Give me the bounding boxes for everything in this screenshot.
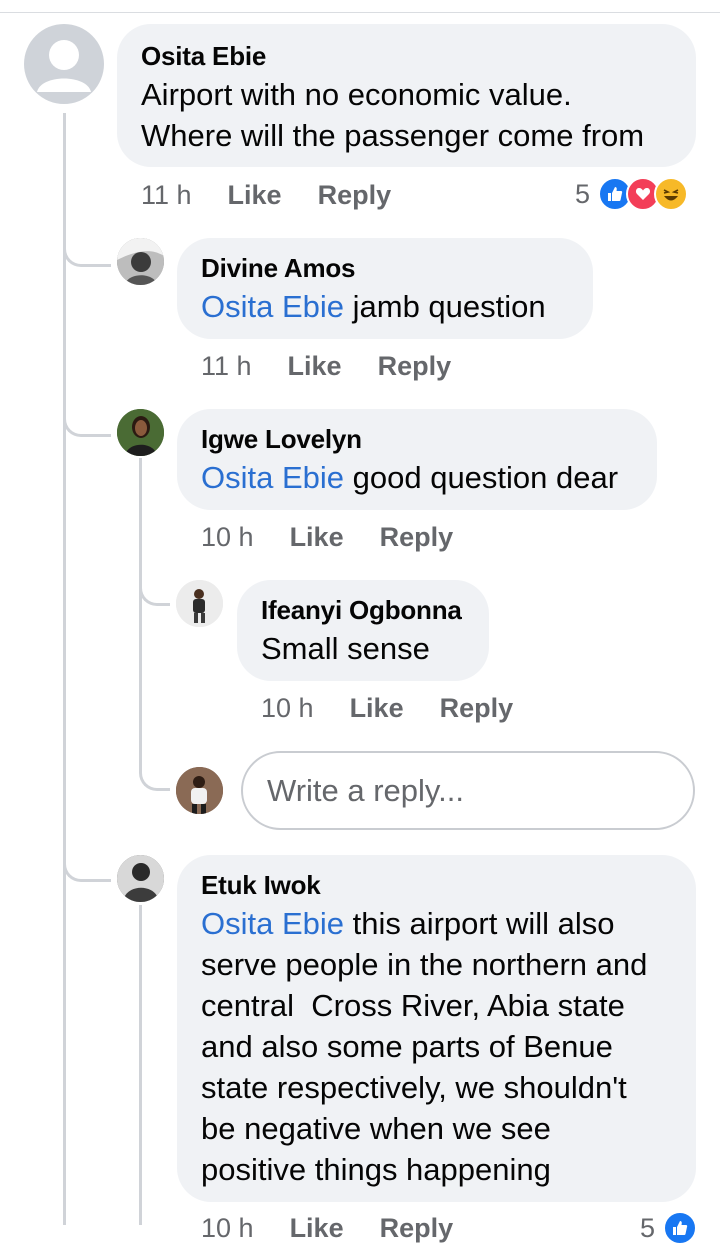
reply-text-line: central Cross River, Abia state — [201, 988, 625, 1023]
reply-actions: 10 h Like Reply — [261, 691, 513, 725]
reply-text-line: be negative when we see — [201, 1111, 551, 1146]
reply-text-body: this airport will also — [344, 906, 615, 941]
mention-link[interactable]: Osita Ebie — [201, 906, 344, 941]
reply-button[interactable]: Reply — [440, 693, 514, 723]
user-photo-icon — [117, 238, 164, 285]
comment-text-line: Where will the passenger come from — [141, 118, 645, 153]
top-divider — [0, 12, 720, 13]
reply-time[interactable]: 10 h — [201, 1213, 254, 1243]
like-button[interactable]: Like — [228, 180, 282, 210]
reply-author[interactable]: Igwe Lovelyn — [201, 421, 633, 457]
thread-line-nested — [139, 458, 142, 768]
reply-time[interactable]: 10 h — [201, 522, 254, 552]
reaction-count: 5 — [640, 1212, 656, 1243]
reply-text-line: and also some parts of Benue — [201, 1029, 613, 1064]
reply-text-line: Osita Ebie this airport will also — [201, 903, 672, 944]
avatar[interactable] — [117, 409, 164, 456]
reply-text: Osita Ebie jamb question — [201, 286, 569, 327]
reply-text-line: serve people in the northern and — [201, 947, 648, 982]
current-user-avatar — [176, 767, 223, 814]
reply-author[interactable]: Ifeanyi Ogbonna — [261, 592, 465, 628]
mention-link[interactable]: Osita Ebie — [201, 289, 344, 324]
reaction-summary[interactable]: 5 — [640, 1208, 698, 1248]
like-button[interactable]: Like — [288, 351, 342, 381]
mention-link[interactable]: Osita Ebie — [201, 460, 344, 495]
thread-line-main — [63, 113, 66, 1225]
user-photo-icon — [117, 855, 164, 902]
comment-text-line: Airport with no economic value. — [141, 77, 572, 112]
reply-text-body: good question dear — [344, 460, 619, 495]
reply-text: Osita Ebie good question dear — [201, 457, 633, 498]
avatar[interactable] — [117, 238, 164, 285]
like-icon — [663, 1211, 698, 1245]
avatar[interactable] — [176, 580, 223, 627]
reply-button[interactable]: Reply — [378, 351, 452, 381]
reply-bubble: Divine Amos Osita Ebie jamb question — [177, 238, 593, 339]
reply-actions: 11 h Like Reply — [201, 349, 451, 383]
reply-author[interactable]: Divine Amos — [201, 250, 569, 286]
reply-text-line: state respectively, we shouldn't — [201, 1070, 627, 1105]
like-button[interactable]: Like — [350, 693, 404, 723]
user-photo-icon — [176, 580, 223, 627]
reply-bubble: Ifeanyi Ogbonna Small sense — [237, 580, 489, 681]
reply-text-line: positive things happening — [201, 1152, 551, 1187]
reply-bubble: Igwe Lovelyn Osita Ebie good question de… — [177, 409, 657, 510]
comment-actions: 11 h Like Reply — [141, 178, 391, 212]
thread-connector — [139, 744, 170, 791]
reply-time[interactable]: 10 h — [261, 693, 314, 723]
reply-button[interactable]: Reply — [318, 180, 392, 210]
reply-button[interactable]: Reply — [380, 522, 454, 552]
reply-input-wrapper — [241, 751, 695, 830]
reaction-summary[interactable]: 5 — [575, 174, 689, 214]
user-photo-icon — [117, 409, 164, 456]
reply-time[interactable]: 11 h — [201, 351, 252, 381]
comment-time[interactable]: 11 h — [141, 180, 192, 210]
thread-line-nested — [139, 905, 142, 1225]
haha-icon — [654, 177, 689, 211]
thread-connector — [63, 390, 111, 437]
reply-button[interactable]: Reply — [380, 1213, 454, 1243]
avatar[interactable] — [117, 855, 164, 902]
reply-actions: 10 h Like Reply — [201, 1211, 453, 1245]
like-button[interactable]: Like — [290, 522, 344, 552]
thread-connector — [63, 835, 111, 882]
like-button[interactable]: Like — [290, 1213, 344, 1243]
comment-author[interactable]: Osita Ebie — [141, 38, 672, 74]
thread-connector — [63, 220, 111, 267]
reply-bubble: Etuk Iwok Osita Ebie this airport will a… — [177, 855, 696, 1202]
reply-text-body: jamb question — [344, 289, 546, 324]
reply-actions: 10 h Like Reply — [201, 520, 453, 554]
comment-bubble: Osita Ebie Airport with no economic valu… — [117, 24, 696, 167]
reply-text: Small sense — [261, 631, 430, 666]
default-profile-icon — [37, 40, 91, 92]
thread-connector — [139, 560, 170, 606]
reply-input[interactable] — [243, 753, 693, 828]
avatar[interactable] — [24, 24, 104, 104]
reply-author[interactable]: Etuk Iwok — [201, 867, 672, 903]
user-photo-icon — [176, 767, 223, 814]
reaction-count: 5 — [575, 178, 591, 209]
